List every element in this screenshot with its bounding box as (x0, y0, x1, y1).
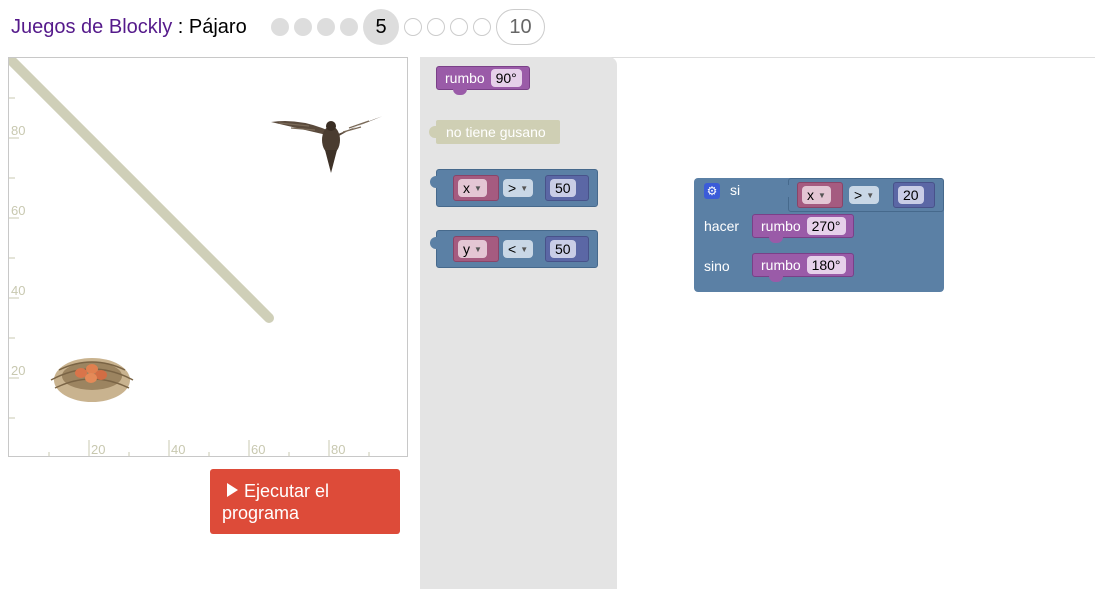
x-tick-80: 80 (331, 442, 345, 457)
level-6-dot[interactable] (404, 18, 422, 36)
level-4-dot[interactable] (340, 18, 358, 36)
level-1-dot[interactable] (271, 18, 289, 36)
bird-icon (271, 116, 383, 173)
variable-dropdown-y[interactable]: y ▼ (458, 240, 487, 258)
play-icon (227, 483, 238, 497)
condition-compare-block[interactable]: x ▼ > ▼ 20 (782, 178, 944, 212)
else-heading-label: rumbo (761, 257, 801, 273)
number-block-50[interactable]: 50 (545, 236, 589, 262)
number-field[interactable]: 50 (550, 179, 576, 197)
nest-icon (50, 358, 134, 402)
app-title-link[interactable]: Juegos de Blockly (11, 16, 172, 38)
level-7-dot[interactable] (427, 18, 445, 36)
level-10-button[interactable]: 10 (496, 9, 545, 45)
condition-variable-block[interactable]: x ▼ (797, 182, 843, 208)
level-9-dot[interactable] (473, 18, 491, 36)
heading-angle-field[interactable]: 90° (490, 69, 522, 87)
run-program-button[interactable]: Ejecutar el programa (210, 469, 400, 534)
game-name: Pájaro (188, 16, 247, 38)
x-tick-20: 20 (91, 442, 105, 457)
level-8-dot[interactable] (450, 18, 468, 36)
number-block-50[interactable]: 50 (545, 175, 589, 201)
do-heading-label: rumbo (761, 218, 801, 234)
axis-labels: 20 40 60 80 20 40 60 80 (11, 123, 345, 457)
y-tick-20: 20 (11, 363, 25, 378)
toolbox-compare-block-y[interactable]: y ▼ < ▼ 50 (430, 230, 598, 268)
page-title: Juegos de Blockly : Pájaro (11, 16, 247, 39)
operator-dropdown-gt[interactable]: > ▼ (503, 179, 534, 197)
condition-number-field[interactable]: 20 (898, 186, 924, 204)
number-field[interactable]: 50 (550, 240, 576, 258)
current-level-indicator: 5 (363, 9, 399, 45)
x-tick-60: 60 (251, 442, 265, 457)
gear-icon[interactable]: ⚙ (704, 183, 720, 199)
level-2-dot[interactable] (294, 18, 312, 36)
toolbox-no-worm-block[interactable]: no tiene gusano (429, 120, 560, 144)
no-worm-label: no tiene gusano (446, 124, 546, 140)
game-visualization: 20 40 60 80 20 40 60 80 (8, 57, 408, 457)
variable-block-x[interactable]: x ▼ (453, 175, 499, 201)
else-heading-block[interactable]: rumbo 180° (752, 253, 854, 282)
y-tick-40: 40 (11, 283, 25, 298)
level-selector: 5 10 (271, 9, 550, 45)
level-3-dot[interactable] (317, 18, 335, 36)
header: Juegos de Blockly : Pájaro 5 10 (0, 0, 1095, 58)
operator-dropdown-lt[interactable]: < ▼ (503, 240, 534, 258)
wall-line (9, 58, 274, 323)
condition-variable-dropdown[interactable]: x ▼ (802, 186, 831, 204)
else-label: sino (704, 258, 730, 274)
y-tick-80: 80 (11, 123, 25, 138)
if-else-block[interactable]: ⚙ si hacer sino x ▼ > ▼ 20 rumbo 270° rumb… (694, 178, 944, 292)
if-label: si (730, 182, 741, 198)
else-heading-angle-field[interactable]: 180° (806, 256, 846, 274)
title-separator: : (172, 16, 189, 38)
condition-operator-dropdown[interactable]: > ▼ (849, 186, 880, 204)
toolbox-compare-block-x[interactable]: x ▼ > ▼ 50 (430, 169, 598, 207)
variable-dropdown-x[interactable]: x ▼ (458, 179, 487, 197)
y-tick-60: 60 (11, 203, 25, 218)
condition-number-block[interactable]: 20 (893, 182, 935, 208)
x-tick-40: 40 (171, 442, 185, 457)
toolbox-heading-block[interactable]: rumbo 90° (436, 66, 530, 95)
run-button-label: Ejecutar el programa (222, 481, 330, 523)
do-heading-angle-field[interactable]: 270° (806, 217, 846, 235)
game-canvas: 20 40 60 80 20 40 60 80 (9, 58, 383, 457)
do-heading-block[interactable]: rumbo 270° (752, 214, 854, 243)
do-label: hacer (704, 218, 740, 234)
heading-label: rumbo (445, 70, 485, 86)
axis-ticks (9, 97, 370, 456)
variable-block-y[interactable]: y ▼ (453, 236, 499, 262)
